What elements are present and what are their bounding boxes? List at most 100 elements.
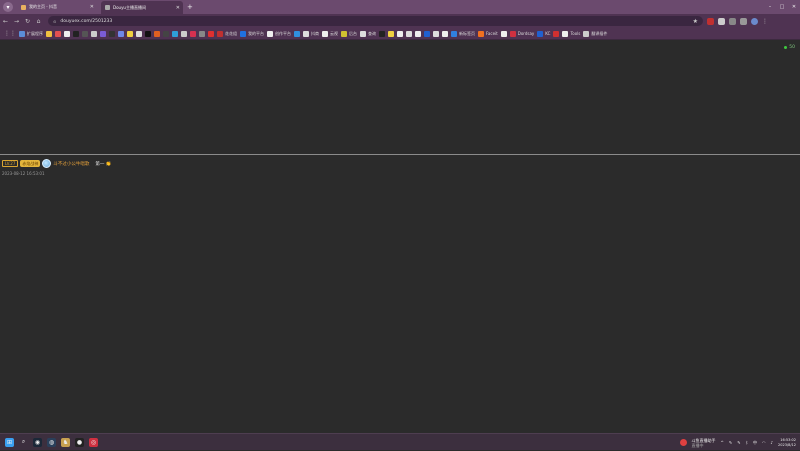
bookmark-item[interactable] [127,30,133,37]
douyu-tray-icon[interactable] [679,439,687,446]
extension-icon[interactable] [729,17,736,25]
bookmark-label: 云视 [330,30,338,36]
bookmark-item[interactable] [424,30,430,37]
bookmark-item[interactable]: Faceit [478,30,498,37]
steam2-icon[interactable]: ◍ [47,437,56,447]
bookmark-item[interactable] [91,30,97,37]
bookmark-item[interactable] [46,30,52,37]
minimize-button[interactable]: – [764,0,776,14]
bookmark-item[interactable] [406,30,412,37]
address-bar[interactable]: ⊙ douyuex.com/2501233 ★ [48,16,703,26]
apps-grid-icon[interactable]: ⋮⋮ [4,30,16,37]
bookmark-item[interactable] [172,30,178,37]
clock[interactable]: 16:53:02 2023/8/12 [778,438,796,448]
obs-icon[interactable]: ● [75,437,84,447]
bookmark-item[interactable]: 我的平台 [240,30,264,37]
bookmark-item[interactable] [379,30,385,37]
bookmark-item[interactable]: Dordsay [509,30,534,37]
bookmark-item[interactable]: 翻译插件 [583,30,607,37]
tab-search-icon[interactable]: ▾ [3,2,13,12]
bookmark-item[interactable] [154,30,160,37]
extension-icon[interactable] [707,17,714,25]
menu-icon[interactable]: ⋮ [762,18,768,25]
bookmark-item[interactable] [500,30,507,37]
new-tab-button[interactable]: + [187,3,193,11]
bookmark-item[interactable] [136,30,142,37]
bookmark-item[interactable]: 花花组 [217,30,237,37]
bookmark-item[interactable] [294,30,300,37]
bookmark-item[interactable] [190,30,196,37]
clock-date: 2023/8/12 [778,442,796,447]
bookmark-item[interactable] [397,30,403,37]
tab-douyu[interactable]: Douyu主播直播间 ✕ [101,1,183,14]
windows-start-icon[interactable]: ⊞ [5,437,14,447]
bookmark-item[interactable] [553,30,560,37]
bookmark-favicon-icon [397,30,403,37]
tab-favicon [105,5,110,10]
bookmark-label: KC [545,31,551,36]
back-icon[interactable]: ← [0,18,11,25]
bookmark-favicon-icon [442,30,448,37]
bookmark-item[interactable]: 后台 [341,30,357,37]
bookmark-item[interactable] [199,30,205,37]
bookmark-item[interactable] [208,30,214,37]
bookmark-item[interactable] [100,30,106,37]
avatar[interactable] [42,159,52,168]
bookmark-item[interactable] [181,30,187,37]
bookmark-item[interactable] [388,30,394,37]
lang-icon[interactable]: 中 [753,440,757,446]
bookmark-item[interactable] [433,30,439,37]
chat-message: LV.27 赤焰战神 斗不过小公牛唱歌 第一 👏 [2,159,111,168]
game-icon[interactable]: ♞ [61,437,70,447]
bookmark-item[interactable]: 新标签页 [451,30,475,37]
bookmark-favicon-icon [537,30,544,37]
bookmark-item[interactable]: 查询 [360,30,376,37]
bookmark-item[interactable] [442,30,448,37]
reload-icon[interactable]: ↻ [22,18,33,25]
site-info-icon[interactable]: ⊙ [53,19,56,24]
tab-douyin[interactable]: 我的主页 - 抖音 ✕ [17,2,97,13]
bookmark-star-icon[interactable]: ★ [693,18,698,25]
close-icon[interactable]: ✕ [176,5,180,11]
tab-title: Douyu主播直播间 [113,4,146,10]
home-icon[interactable]: ⌂ [33,18,44,25]
bookmark-item[interactable] [145,30,151,37]
bookmark-item[interactable] [118,30,124,37]
chrome-icon[interactable]: ◎ [89,437,98,447]
profile-avatar-icon[interactable] [751,17,758,25]
bookmark-item[interactable] [163,30,169,37]
bookmark-item[interactable]: 创作平台 [267,30,291,37]
chevron-up-icon[interactable]: ^ [721,440,724,445]
close-window-button[interactable]: ✕ [788,0,800,14]
forward-icon[interactable]: → [11,18,22,25]
pen-icon[interactable]: ✎ [729,440,732,445]
bluetooth-icon[interactable]: ᛒ [746,440,748,445]
bookmark-item[interactable] [64,30,70,37]
chat-username[interactable]: 斗不过小公牛唱歌 [53,161,89,167]
bookmark-item[interactable]: Tools [562,30,580,37]
maximize-button[interactable]: □ [776,0,788,14]
wifi-icon[interactable]: ◠ [762,440,766,445]
steam-icon[interactable]: ◉ [33,437,42,447]
bookmark-item[interactable] [55,30,61,37]
bookmark-item[interactable] [109,30,115,37]
close-icon[interactable]: ✕ [90,4,94,10]
tray-app-subtitle: 直播中 [691,442,704,448]
bookmark-favicon-icon [303,30,309,37]
bookmark-favicon-icon [136,30,142,37]
bookmark-label: 抖商 [311,30,319,36]
bookmark-item[interactable]: 扩展程序 [19,30,43,37]
extension-icon[interactable] [718,17,725,25]
bookmark-item[interactable] [82,30,88,37]
bookmark-favicon-icon [360,30,366,37]
speaker-icon[interactable]: ♪ [770,440,773,445]
extensions-puzzle-icon[interactable] [740,17,747,25]
bookmark-item[interactable]: KC [537,30,551,37]
bookmark-item[interactable] [415,30,421,37]
bookmark-item[interactable]: 云视 [322,30,338,37]
search-icon[interactable]: ⌕ [19,438,28,447]
bookmark-item[interactable] [73,30,79,37]
pen2-icon[interactable]: ✎ [737,440,740,445]
tray-app[interactable]: 斗鱼直播助手 直播中 [692,438,716,448]
bookmark-item[interactable]: 抖商 [303,30,319,37]
